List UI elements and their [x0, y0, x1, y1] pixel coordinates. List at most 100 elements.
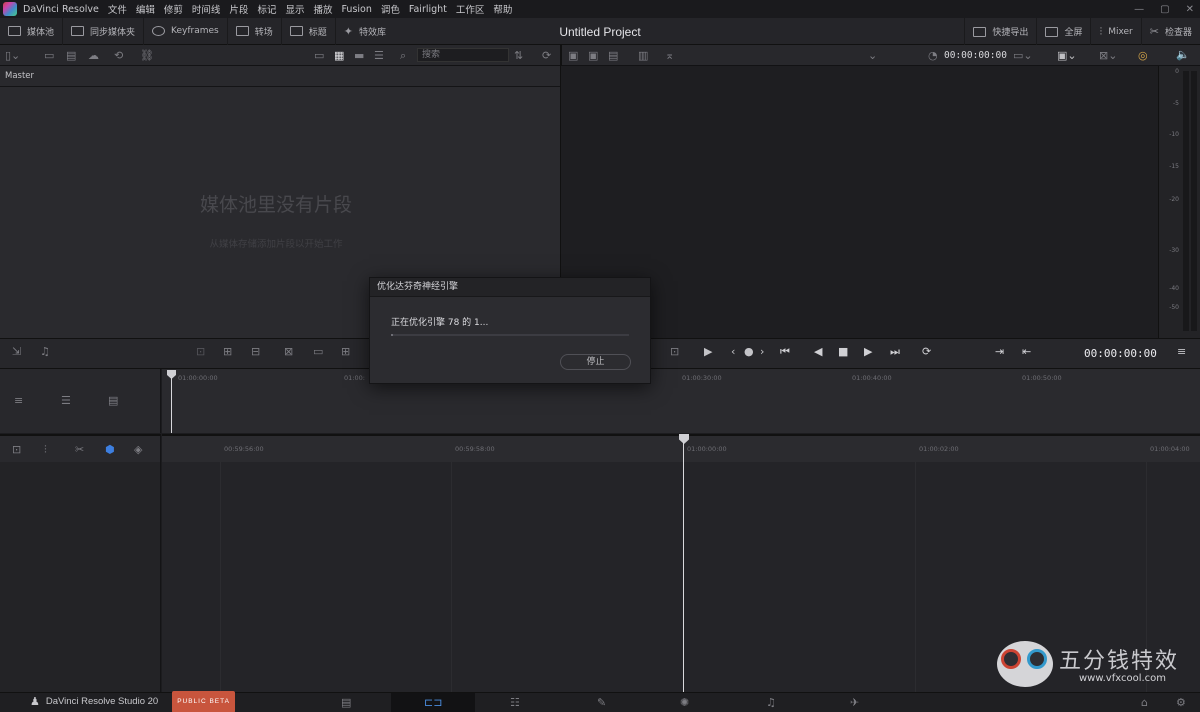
page-fairlight-icon[interactable]: ♫: [766, 697, 776, 708]
sort-icon[interactable]: ⇅: [514, 50, 523, 61]
watermark-url: www.vfxcool.com: [1079, 673, 1167, 684]
zoom-icon[interactable]: ◈: [134, 444, 142, 455]
menu-view[interactable]: 显示: [285, 2, 304, 16]
mark-out-icon[interactable]: ⇤: [1022, 346, 1031, 357]
menu-playback[interactable]: 播放: [313, 2, 332, 16]
inspector-button[interactable]: ✂ 检查器: [1142, 18, 1200, 45]
source-overwrite-icon[interactable]: ⊞: [341, 346, 350, 357]
view-strip-icon[interactable]: ▭: [314, 50, 324, 61]
ruler-label: 01:00:40:00: [852, 374, 892, 382]
ruler-label: 01:00:30:00: [682, 374, 722, 382]
search-input[interactable]: 搜索: [417, 48, 509, 62]
append-icon[interactable]: ⊞: [223, 346, 232, 357]
ripple-overwrite-icon[interactable]: ⊟: [251, 346, 260, 357]
page-cut-icon[interactable]: ⊏⊐: [424, 697, 442, 708]
new-bin-icon[interactable]: ▭: [44, 50, 54, 61]
prev-marker-icon[interactable]: ‹: [731, 346, 735, 357]
sync-icon[interactable]: ⟲: [114, 50, 123, 61]
insert-clip-icon[interactable]: ⇲: [12, 346, 21, 357]
media-pool-icon: [8, 26, 21, 36]
maximize-icon[interactable]: ▢: [1160, 4, 1169, 15]
go-to-end-icon[interactable]: ⏭: [890, 346, 900, 357]
place-on-top-icon[interactable]: ▭: [313, 346, 323, 357]
stop-icon[interactable]: ■: [838, 346, 848, 357]
page-deliver-icon[interactable]: ✈: [850, 697, 859, 708]
loop-icon[interactable]: ⟳: [922, 346, 931, 357]
quick-export-button[interactable]: 快捷导出: [964, 18, 1038, 45]
upper-timeline[interactable]: 01:00:00:00 01:00: 01:00:30:00 01:00:40:…: [162, 369, 1200, 433]
go-to-start-icon[interactable]: ⏮: [780, 346, 790, 357]
mark-in-icon[interactable]: ⇥: [995, 346, 1004, 357]
sync-bin-button[interactable]: 同步媒体夹: [63, 17, 145, 45]
close-icon[interactable]: ✕: [1186, 4, 1194, 15]
menu-mark[interactable]: 标记: [257, 2, 276, 16]
stop-button[interactable]: 停止: [560, 354, 631, 370]
smart-bin-icon[interactable]: ▤: [66, 50, 76, 61]
grid-line: [915, 462, 916, 692]
fullscreen-button[interactable]: 全屏: [1037, 18, 1092, 45]
effects-button[interactable]: ✦ 特效库: [336, 18, 394, 45]
snapping-icon[interactable]: ⫶: [44, 444, 47, 455]
transitions-button[interactable]: 转场: [228, 17, 282, 45]
viewer-zoom-icon[interactable]: ▭⌄: [1013, 50, 1033, 61]
timeline-view-icon[interactable]: ⊡: [12, 444, 21, 455]
play-icon[interactable]: ▶: [864, 346, 872, 357]
audio-clip-icon[interactable]: ♫: [40, 346, 50, 357]
audio-waveform-icon[interactable]: ⌅: [665, 50, 674, 61]
panel-toggle-icon[interactable]: ▯⌄: [5, 50, 20, 61]
color-icon[interactable]: ◎: [1138, 50, 1148, 61]
page-color-icon[interactable]: ✺: [680, 697, 689, 708]
page-edit-icon[interactable]: ☷: [510, 697, 520, 708]
track-lock-icon[interactable]: ☰: [61, 395, 71, 406]
keyframes-button[interactable]: Keyframes: [144, 17, 228, 45]
lower-playhead-line[interactable]: [683, 442, 684, 692]
menu-file[interactable]: 文件: [108, 2, 127, 16]
safe-area-icon[interactable]: ⊡: [670, 346, 679, 357]
close-up-icon[interactable]: ⊠: [284, 346, 293, 357]
source-viewer-icon[interactable]: ▣: [588, 50, 598, 61]
page-media-icon[interactable]: ▤: [341, 697, 351, 708]
minimize-icon[interactable]: —: [1134, 4, 1144, 15]
smart-insert-icon[interactable]: ⊡: [196, 346, 205, 357]
mixer-button[interactable]: ⫶ Mixer: [1091, 18, 1142, 45]
clip-viewer-icon[interactable]: ▣: [568, 50, 578, 61]
home-icon[interactable]: ⌂: [1141, 697, 1148, 708]
menu-trim[interactable]: 修剪: [164, 2, 183, 16]
menu-fairlight[interactable]: Fairlight: [409, 4, 447, 15]
flag-icon[interactable]: ⬢: [105, 444, 115, 455]
play-around-icon[interactable]: ▶: [704, 346, 712, 357]
menu-edit[interactable]: 编辑: [136, 2, 155, 16]
razor-icon[interactable]: ✂: [75, 444, 84, 455]
menu-workspace[interactable]: 工作区: [456, 2, 485, 16]
optimize-dialog: 优化达芬奇神经引擎 正在优化引擎 78 的 1... 停止: [369, 277, 651, 384]
menu-icon[interactable]: ≡: [1177, 346, 1186, 357]
menu-timeline[interactable]: 时间线: [192, 2, 221, 16]
ruler-label: 01:00:50:00: [1022, 374, 1062, 382]
page-fusion-icon[interactable]: ✎: [597, 697, 606, 708]
play-reverse-icon[interactable]: ◀: [814, 346, 822, 357]
cloud-icon[interactable]: ☁: [88, 50, 99, 61]
media-pool-button[interactable]: 媒体池: [0, 17, 64, 45]
next-marker-icon[interactable]: ›: [760, 346, 764, 357]
view-list-icon[interactable]: ☰: [374, 50, 384, 61]
playhead-line[interactable]: [171, 377, 172, 433]
track-select-icon[interactable]: ≡: [14, 395, 23, 406]
timeline-viewer-icon[interactable]: ▤: [608, 50, 618, 61]
marker-dot-icon[interactable]: ●: [744, 346, 754, 357]
view-filmstrip-icon[interactable]: ▬: [354, 50, 364, 61]
transform-icon[interactable]: ⊠⌄: [1099, 50, 1117, 61]
refresh-icon[interactable]: ⟳: [542, 50, 551, 61]
menu-color[interactable]: 调色: [381, 2, 400, 16]
menu-fusion[interactable]: Fusion: [341, 4, 371, 15]
menu-clip[interactable]: 片段: [229, 2, 248, 16]
titles-button[interactable]: 标题: [282, 17, 336, 45]
view-thumbnail-icon[interactable]: ▦: [334, 50, 344, 61]
track-view-icon[interactable]: ▤: [108, 395, 118, 406]
menu-help[interactable]: 帮助: [493, 2, 512, 16]
viewer-dropdown-icon[interactable]: ⌄: [868, 50, 877, 61]
dual-viewer-icon[interactable]: ▥: [638, 50, 648, 61]
volume-icon[interactable]: 🔈: [1176, 49, 1190, 60]
monitor-icon[interactable]: ▣⌄: [1057, 50, 1077, 61]
link-icon[interactable]: ⛓: [140, 50, 154, 61]
settings-gear-icon[interactable]: ⚙: [1176, 697, 1186, 708]
